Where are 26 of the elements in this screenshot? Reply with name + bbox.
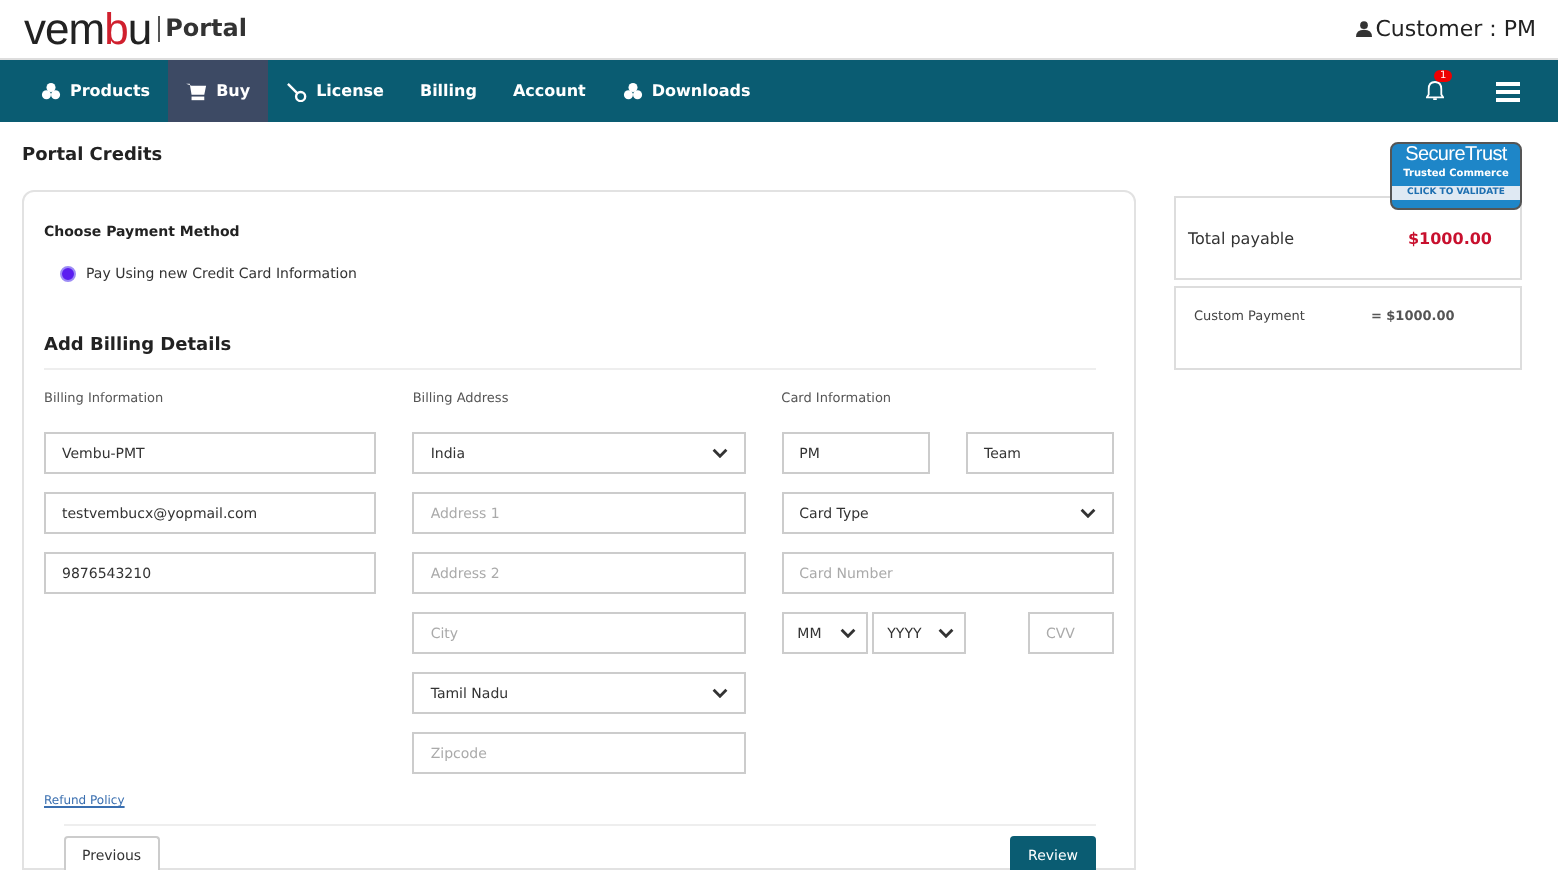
cart-icon — [186, 81, 209, 101]
user-label[interactable]: Customer : PM — [1375, 16, 1536, 42]
nav-tab[interactable]: Buy — [168, 60, 269, 122]
key-icon — [286, 81, 309, 101]
nav-tab[interactable]: License — [268, 60, 402, 122]
nav-tab[interactable]: Downloads — [603, 60, 769, 122]
radio-button[interactable] — [60, 266, 76, 282]
section-heading: Add Billing Details — [44, 336, 1096, 370]
cubes-icon — [621, 81, 644, 101]
nav-tab[interactable]: Billing — [401, 60, 495, 122]
total-label: Total payable — [1188, 229, 1295, 247]
chevron-icon — [711, 448, 728, 458]
chevron-icon — [937, 628, 954, 638]
bell-icon[interactable] — [1426, 80, 1444, 102]
chevron-icon — [711, 688, 728, 698]
logo: vembu — [24, 5, 152, 53]
total-value: $1000.00 — [1407, 229, 1492, 247]
chevron-icon — [839, 628, 856, 638]
nav-tab[interactable]: Account — [494, 60, 604, 122]
nav-tab[interactable]: Products — [22, 60, 169, 122]
chevron-icon — [1079, 508, 1096, 518]
user-icon — [1355, 20, 1372, 38]
cubes-icon — [40, 81, 62, 101]
product-name: Portal — [157, 16, 247, 42]
menu-icon[interactable] — [1496, 81, 1520, 101]
page-title: Portal Credits — [22, 144, 165, 170]
